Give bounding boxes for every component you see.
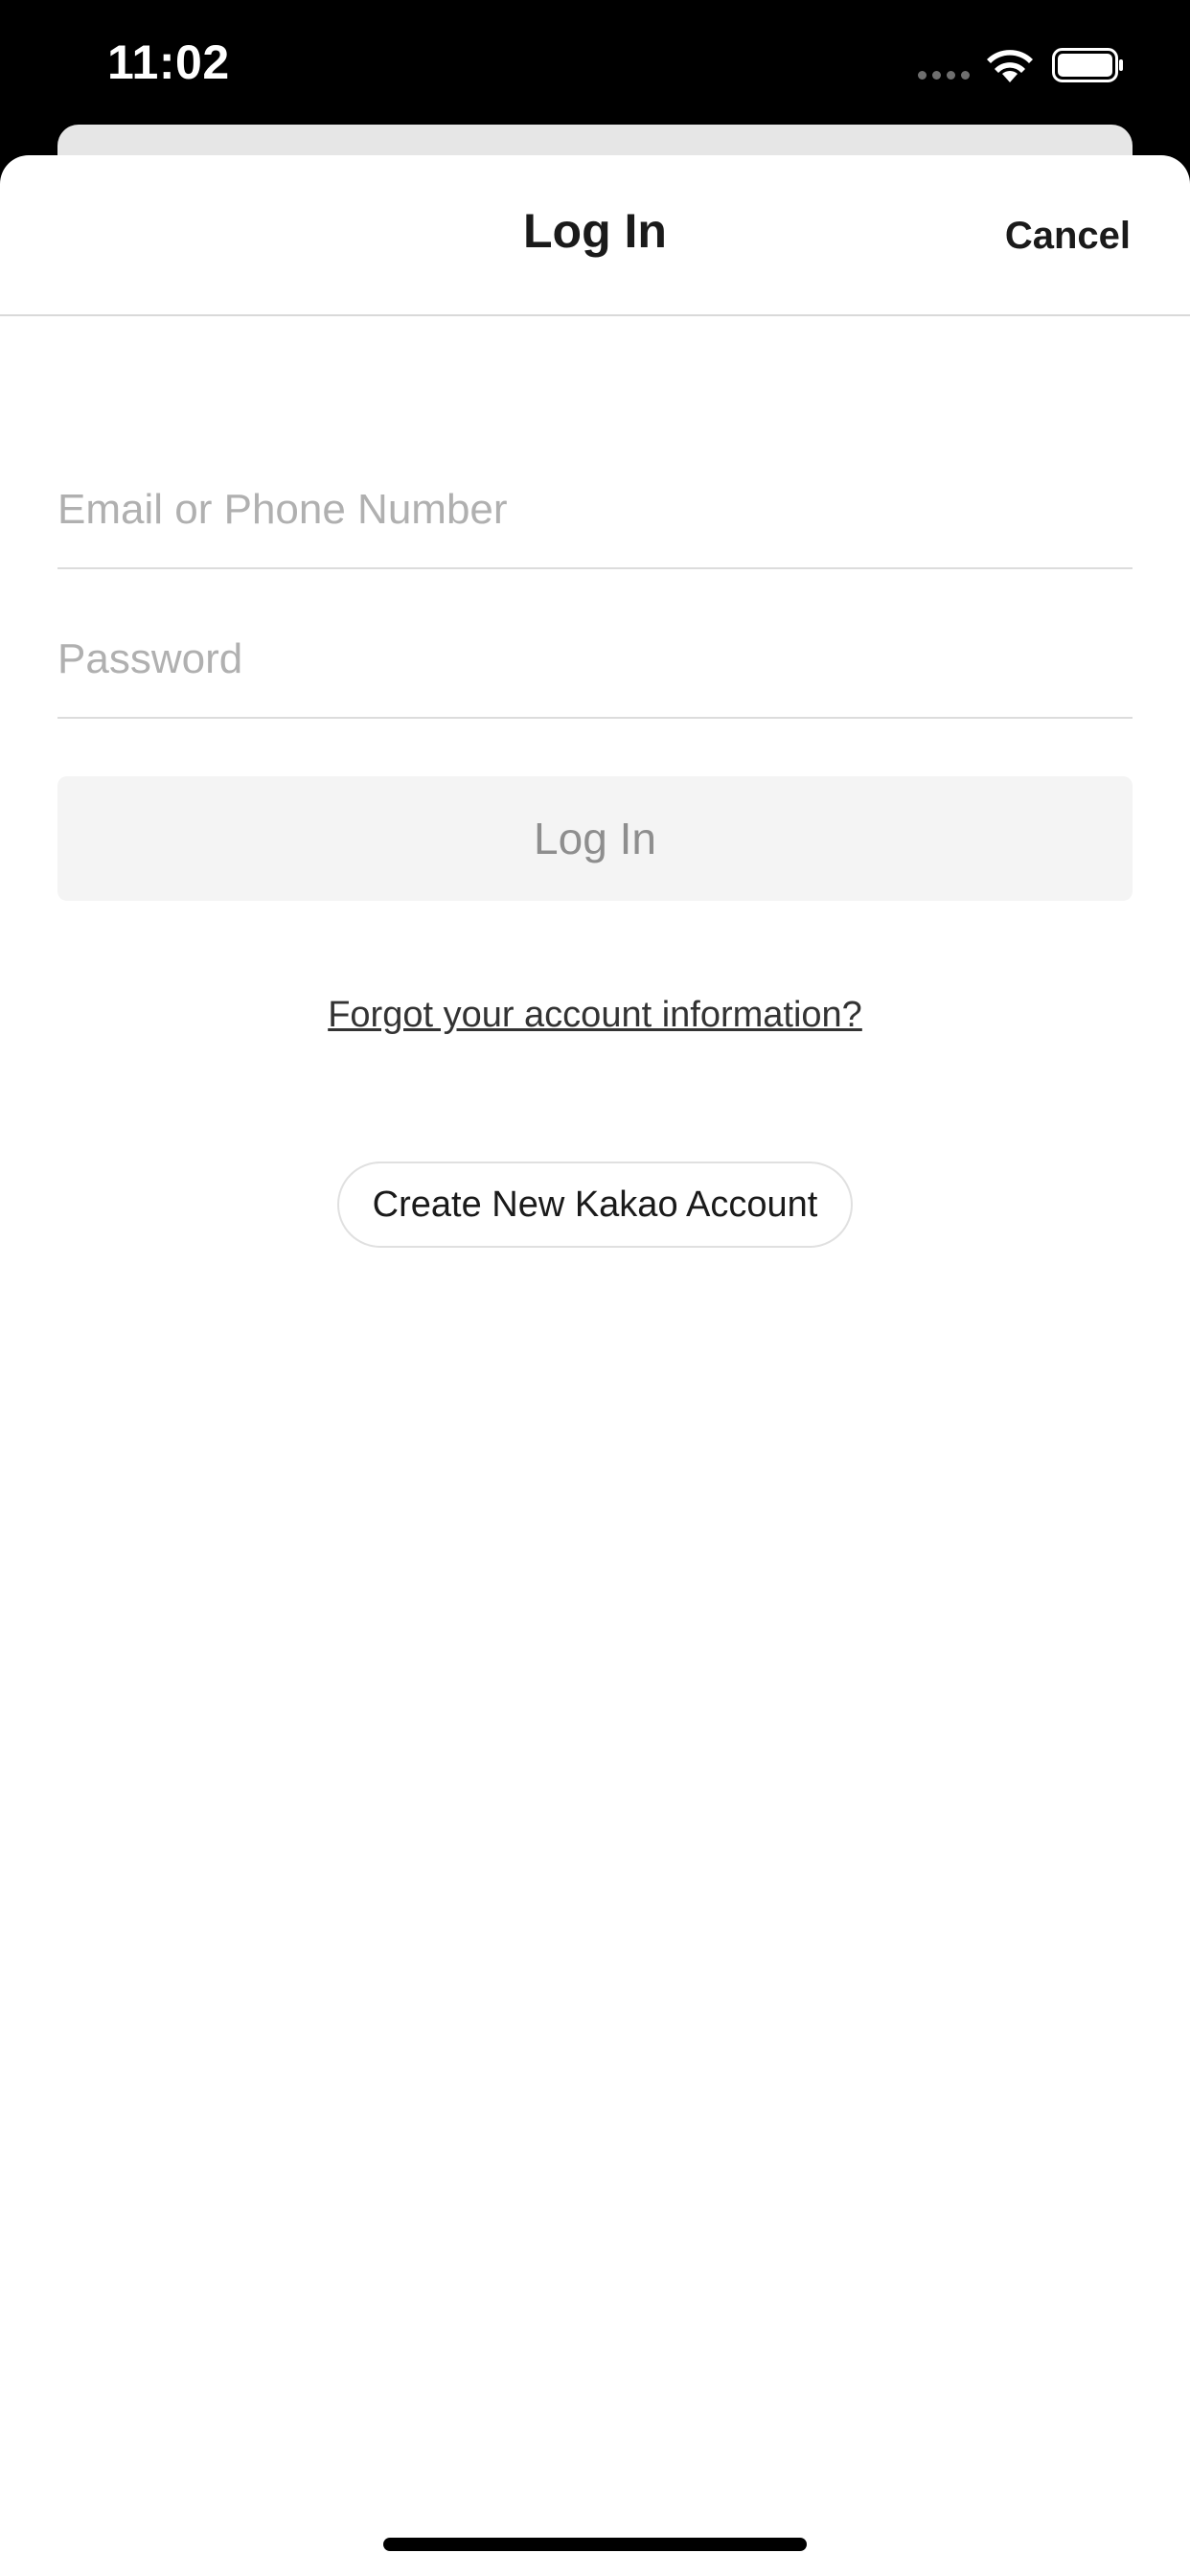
home-indicator[interactable] (383, 2538, 807, 2551)
battery-icon (1052, 48, 1123, 82)
forgot-account-link[interactable]: Forgot your account information? (0, 995, 1190, 1036)
login-button[interactable]: Log In (57, 776, 1133, 901)
password-field[interactable] (57, 621, 1133, 698)
create-account-button[interactable]: Create New Kakao Account (337, 1162, 853, 1248)
login-sheet: Log In Cancel Log In Forgot your account… (0, 155, 1190, 2576)
email-field-container (57, 452, 1133, 569)
cancel-button[interactable]: Cancel (1005, 215, 1131, 258)
status-time: 11:02 (107, 35, 230, 89)
wifi-icon (987, 50, 1033, 82)
status-bar: 11:02 (0, 0, 1190, 129)
password-field-container (57, 602, 1133, 719)
email-field[interactable] (57, 472, 1133, 548)
signal-dots-icon (918, 71, 970, 80)
sheet-header: Log In Cancel (0, 155, 1190, 316)
